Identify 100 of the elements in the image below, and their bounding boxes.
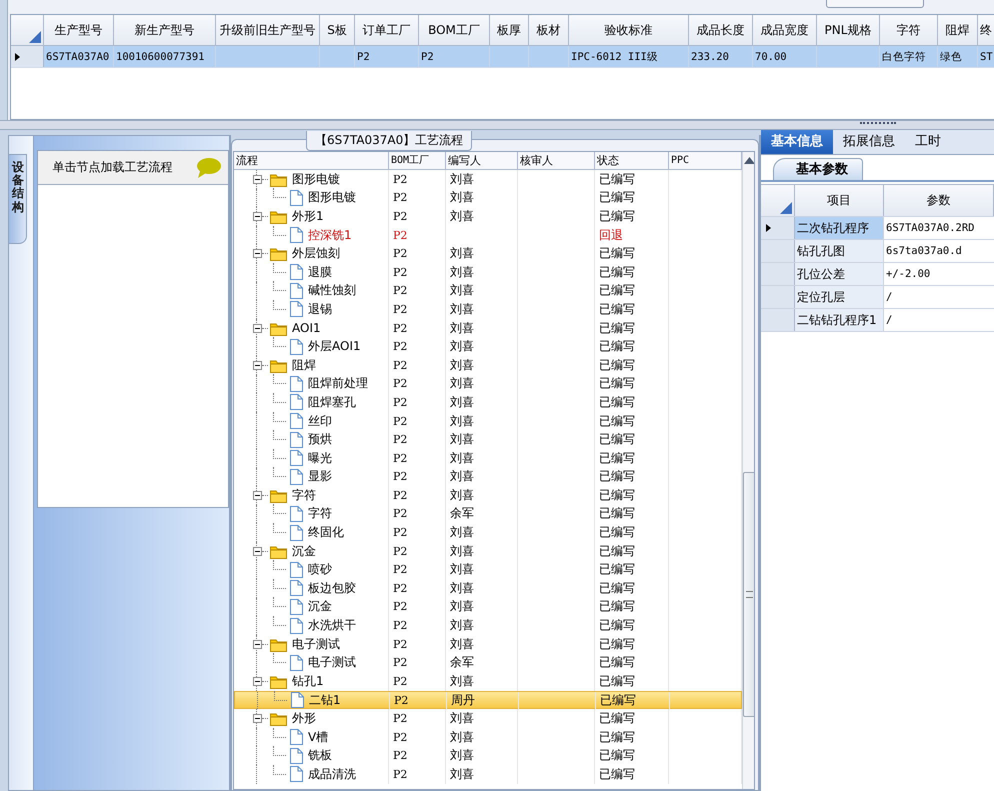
table-row[interactable]: 6S7TA037A0 10010600077391 P2 P2 IPC-6012 III级 233.20 70.00 白色字符 绿色 ST [11, 46, 994, 68]
tree-node-label[interactable]: 外形1 [292, 208, 324, 225]
collapse-icon[interactable] [253, 640, 262, 649]
tree-row[interactable]: 水洗烘干 P2 刘喜 已编写 [234, 616, 742, 635]
tree-node-label[interactable]: 预烘 [308, 431, 332, 448]
splitter-handle[interactable] [759, 135, 761, 791]
tree-node-label[interactable]: 沉金 [292, 542, 316, 560]
tree-node-label[interactable]: 喷砂 [308, 561, 332, 578]
tree-node-label[interactable]: 外形 [292, 710, 316, 728]
tree-node-label[interactable]: 字符 [308, 505, 332, 522]
tree-node-label[interactable]: 电子测试 [292, 636, 340, 653]
column-header[interactable]: 核审人 [518, 152, 595, 169]
tree-node-label[interactable]: 终固化 [308, 524, 344, 542]
collapse-icon[interactable] [253, 360, 262, 370]
tree-row[interactable]: 曝光 P2 刘喜 已编写 [234, 448, 742, 468]
tree-row[interactable]: 字符 P2 余军 已编写 [234, 504, 742, 524]
tree-row[interactable]: 丝印 P2 刘喜 已编写 [234, 412, 742, 430]
tree-row[interactable]: AOI1 P2 刘喜 已编写 [234, 318, 742, 338]
tree-node-label[interactable]: 电子测试 [308, 654, 356, 672]
tree-row[interactable]: 碱性蚀刻 P2 刘喜 已编写 [234, 282, 742, 300]
tree-row[interactable]: 喷砂 P2 刘喜 已编写 [234, 560, 742, 580]
tree-node-label[interactable]: V槽 [308, 728, 328, 746]
tree-row[interactable]: 阻焊塞孔 P2 刘喜 已编写 [234, 393, 742, 412]
splitter-handle[interactable] [230, 135, 231, 791]
collapse-icon[interactable] [253, 174, 262, 184]
tree-row[interactable]: 阻焊 P2 刘喜 已编写 [234, 356, 742, 375]
table-row[interactable]: 定位孔层 / [761, 286, 994, 309]
tree-node-label[interactable]: 控深铣1 [308, 226, 352, 244]
tree-node-label[interactable]: 图形电镀 [292, 170, 340, 188]
tree-row[interactable]: 外层蚀刻 P2 刘喜 已编写 [234, 244, 742, 263]
tree-node-label[interactable]: AOI1 [292, 321, 321, 336]
tree-row[interactable]: 图形电镀 P2 刘喜 已编写 [234, 170, 742, 189]
column-header[interactable]: 状态 [595, 152, 669, 169]
selected-row[interactable]: 二钻1 P2 周丹 已编写 [234, 690, 742, 710]
tree-row[interactable]: 外形 P2 刘喜 已编写 [234, 709, 742, 728]
tree-node-label[interactable]: 图形电镀 [308, 189, 356, 206]
tree-row[interactable]: 字符 P2 刘喜 已编写 [234, 486, 742, 505]
scroll-up-icon[interactable] [744, 157, 754, 164]
column-header[interactable]: 流程 [234, 152, 389, 169]
collapse-icon[interactable] [253, 249, 262, 258]
tree-node-label[interactable]: 水洗烘干 [308, 617, 356, 634]
tab[interactable]: 基本信息 [761, 130, 833, 154]
tree-row[interactable]: 终固化 P2 刘喜 已编写 [234, 523, 742, 542]
tree-node-label[interactable]: 阻焊前处理 [308, 375, 368, 392]
collapse-icon[interactable] [253, 212, 262, 221]
tree-node-label[interactable]: 沉金 [308, 598, 332, 616]
tree-node-label[interactable]: 成品清洗 [308, 766, 356, 783]
scrollbar[interactable] [742, 152, 754, 789]
column-header[interactable]: BOM工厂 [389, 152, 446, 169]
tree-row[interactable]: 成品清洗 P2 刘喜 已编写 [234, 765, 742, 784]
tree-node-label[interactable]: 外层蚀刻 [292, 245, 340, 262]
tree-row[interactable]: 控深铣1 P2 回退 [234, 226, 742, 244]
tree-row[interactable]: 外层AOI1 P2 刘喜 已编写 [234, 337, 742, 356]
collapse-icon[interactable] [253, 676, 262, 686]
tree-node-label[interactable]: 退锡 [308, 300, 332, 318]
column-header[interactable]: 项目 [795, 185, 884, 216]
tree-node-label[interactable]: 显影 [308, 468, 332, 486]
tree-node-label[interactable]: 碱性蚀刻 [308, 282, 356, 300]
table-row[interactable]: 孔位公差 +/-2.00 [761, 263, 994, 286]
tree-row[interactable]: 电子测试 P2 刘喜 已编写 [234, 634, 742, 654]
table-row[interactable]: 钻孔孔图 6s7ta037a0.d [761, 240, 994, 263]
tree-node-label[interactable]: 字符 [292, 486, 316, 504]
collapse-icon[interactable] [253, 546, 262, 556]
tree-row[interactable]: 预烘 P2 刘喜 已编写 [234, 430, 742, 449]
tree-node-label[interactable]: 外层AOI1 [308, 338, 361, 356]
tree-node-label[interactable]: 曝光 [308, 450, 332, 467]
tree-node-label[interactable]: 二钻1 [309, 692, 341, 709]
tab[interactable]: 工时 [905, 130, 951, 154]
scroll-thumb[interactable] [743, 472, 754, 717]
tree-node-label[interactable]: 阻焊 [292, 356, 316, 374]
tree-row[interactable]: 图形电镀 P2 刘喜 已编写 [234, 188, 742, 208]
tree-row[interactable]: V槽 P2 刘喜 已编写 [234, 728, 742, 746]
tree-row[interactable]: 显影 P2 刘喜 已编写 [234, 468, 742, 486]
tree-row[interactable]: 电子测试 P2 余军 已编写 [234, 653, 742, 672]
tree-row[interactable]: 退锡 P2 刘喜 已编写 [234, 300, 742, 319]
side-tab[interactable]: 设备结构 [9, 154, 27, 244]
sub-tab[interactable]: 基本参数 [773, 158, 863, 180]
table-row[interactable]: 二钻钻孔程序1 / [761, 309, 994, 332]
tree-row[interactable]: 沉金 P2 刘喜 已编写 [234, 542, 742, 560]
tree-node-label[interactable]: 阻焊塞孔 [308, 394, 356, 411]
table-row[interactable]: 二次钻孔程序 6S7TA037A0.2RD [761, 217, 994, 240]
collapse-icon[interactable] [253, 714, 262, 724]
tree-node-label[interactable]: 退膜 [308, 264, 332, 281]
tree-node-label[interactable]: 板边包胶 [308, 580, 356, 597]
tree-node-label[interactable]: 钻孔1 [292, 672, 324, 690]
tree-node-label[interactable]: 丝印 [308, 412, 332, 430]
tree-row[interactable]: 外形1 P2 刘喜 已编写 [234, 207, 742, 226]
collapse-icon[interactable] [253, 490, 262, 500]
tree-row[interactable]: 退膜 P2 刘喜 已编写 [234, 262, 742, 282]
collapse-icon[interactable] [253, 324, 262, 333]
column-header[interactable]: 参数 [884, 185, 994, 216]
tree-row[interactable]: 铣板 P2 刘喜 已编写 [234, 746, 742, 765]
tree-row[interactable]: 沉金 P2 刘喜 已编写 [234, 598, 742, 616]
tree-node-label[interactable]: 铣板 [308, 747, 332, 764]
tree-row[interactable]: 阻焊前处理 P2 刘喜 已编写 [234, 374, 742, 394]
splitter-handle[interactable] [0, 120, 994, 130]
column-header[interactable]: 编写人 [446, 152, 518, 169]
tab[interactable]: 拓展信息 [833, 130, 905, 154]
tree-row[interactable]: 板边包胶 P2 刘喜 已编写 [234, 579, 742, 598]
table-cell: 刘喜 [450, 710, 474, 728]
